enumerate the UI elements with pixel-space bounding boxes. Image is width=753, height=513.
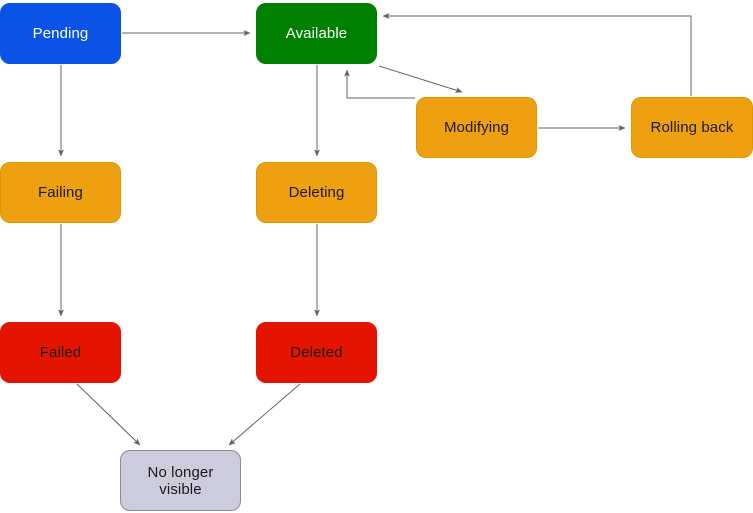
node-label-deleting: Deleting (288, 184, 345, 201)
node-available[interactable]: Available (256, 3, 377, 64)
node-no-longer-visible[interactable]: No longer visible (120, 450, 241, 511)
edge-layer (58, 13, 692, 446)
node-label-modifying: Modifying (443, 119, 510, 136)
edge-failed-to-no-longer-visible (76, 383, 141, 446)
node-label-no-longer-visible: No longer visible (147, 463, 214, 498)
edge-rolling-back-to-available (382, 13, 692, 96)
node-deleted[interactable]: Deleted (256, 322, 377, 383)
edge-available-to-modifying (378, 65, 463, 93)
node-label-rolling-back: Rolling back (650, 119, 734, 136)
edge-group (58, 13, 692, 446)
node-label-pending: Pending (32, 25, 89, 42)
edge-deleted-to-no-longer-visible (228, 383, 301, 446)
node-failed[interactable]: Failed (0, 322, 121, 383)
node-modifying[interactable]: Modifying (416, 97, 537, 158)
node-deleting[interactable]: Deleting (256, 162, 377, 223)
node-failing[interactable]: Failing (0, 162, 121, 223)
node-label-failing: Failing (38, 184, 83, 201)
state-diagram-canvas: Pending Available Modifying Rolling back Fai… (0, 0, 753, 513)
node-rolling-back[interactable]: Rolling back (631, 97, 753, 158)
node-label-available: Available (285, 25, 348, 42)
node-label-failed: Failed (39, 344, 82, 361)
node-pending[interactable]: Pending (0, 3, 121, 64)
node-label-deleted: Deleted (290, 344, 343, 361)
